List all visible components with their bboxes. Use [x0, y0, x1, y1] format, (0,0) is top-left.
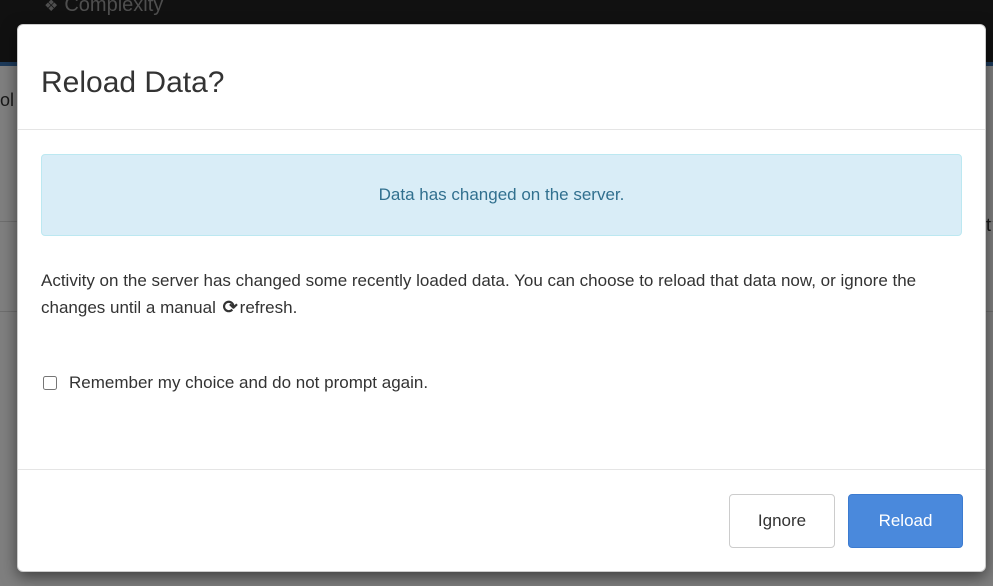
dialog-message: Activity on the server has changed some … [41, 268, 962, 321]
dialog-title: Reload Data? [41, 66, 225, 99]
remember-choice-label: Remember my choice and do not prompt aga… [69, 373, 429, 392]
dialog-footer: Ignore Reload [18, 470, 985, 572]
alert-message: Data has changed on the server. [378, 185, 625, 204]
dialog-header: Reload Data? [18, 25, 985, 130]
info-alert: Data has changed on the server. [41, 154, 962, 236]
message-text-end: refresh. [239, 298, 298, 317]
remember-choice[interactable]: Remember my choice and do not prompt aga… [41, 373, 962, 393]
reload-data-dialog: Reload Data? Data has changed on the ser… [17, 24, 986, 572]
dialog-body: Data has changed on the server. Activity… [18, 130, 985, 470]
ignore-button[interactable]: Ignore [729, 494, 835, 548]
reload-button[interactable]: Reload [848, 494, 963, 548]
remember-choice-checkbox[interactable] [43, 376, 57, 390]
refresh-icon: ⟳ [222, 297, 238, 317]
message-text: Activity on the server has changed some … [41, 271, 917, 317]
